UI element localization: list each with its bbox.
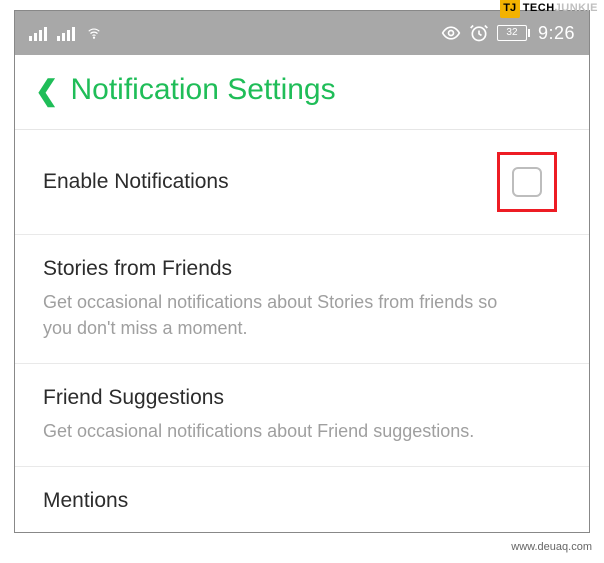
- row-title: Mentions: [43, 489, 561, 513]
- row-enable-notifications[interactable]: Enable Notifications: [15, 130, 589, 235]
- row-friend-suggestions[interactable]: Friend Suggestions Get occasional notifi…: [15, 364, 589, 467]
- eye-icon: [441, 23, 461, 43]
- checkbox-highlight: [497, 152, 557, 212]
- watermark-techjunkie: TJ TECHJUNKIE: [500, 0, 598, 18]
- page-header: ❮ Notification Settings: [15, 55, 589, 129]
- tj-logo-icon: TJ: [500, 0, 520, 18]
- clock: 9:26: [538, 23, 575, 44]
- row-desc: Get occasional notifications about Stori…: [43, 289, 503, 341]
- tj-logo-text: TECHJUNKIE: [523, 2, 598, 14]
- battery-indicator: 32: [497, 25, 530, 41]
- alarm-icon: [469, 23, 489, 43]
- device-frame: 32 9:26 ❮ Notification Settings Enable N…: [14, 10, 590, 533]
- status-left: [29, 25, 103, 41]
- signal-icon-2: [57, 25, 75, 41]
- row-mentions[interactable]: Mentions: [15, 467, 589, 533]
- enable-notifications-checkbox[interactable]: [512, 167, 542, 197]
- row-title: Friend Suggestions: [43, 386, 561, 410]
- row-stories-from-friends[interactable]: Stories from Friends Get occasional noti…: [15, 235, 589, 364]
- row-title: Enable Notifications: [43, 170, 229, 194]
- row-desc: Get occasional notifications about Frien…: [43, 418, 503, 444]
- back-icon[interactable]: ❮: [35, 74, 58, 107]
- row-title: Stories from Friends: [43, 257, 561, 281]
- page-title: Notification Settings: [70, 73, 335, 107]
- signal-icon: [29, 25, 47, 41]
- status-right: 32 9:26: [441, 23, 575, 44]
- watermark-url: www.deuaq.com: [511, 541, 592, 553]
- wifi-icon: [85, 26, 103, 40]
